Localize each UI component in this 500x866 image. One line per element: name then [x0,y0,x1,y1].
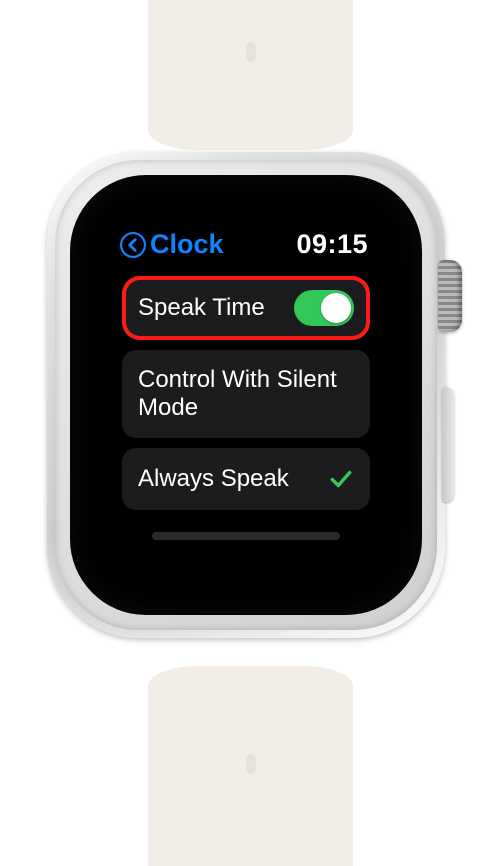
always-speak-row[interactable]: Always Speak [122,448,370,510]
chevron-left-icon [120,232,146,258]
screen: Clock 09:15 Speak Time Control With Sile… [112,217,380,573]
watch-case: Clock 09:15 Speak Time Control With Sile… [47,152,445,638]
page-title: Clock [150,229,224,260]
watch-band-top [148,0,353,150]
watch-band-bottom [148,666,353,866]
header: Clock 09:15 [112,217,380,270]
settings-list: Speak Time Control With Silent Mode Alwa… [112,270,380,540]
side-button[interactable] [442,387,454,502]
row-label-control-silent: Control With Silent Mode [138,366,354,423]
digital-crown[interactable] [438,260,462,332]
scroll-indicator [152,532,340,540]
control-with-silent-mode-row[interactable]: Control With Silent Mode [122,350,370,438]
row-label-speak-time: Speak Time [138,294,265,322]
speak-time-row[interactable]: Speak Time [122,276,370,340]
watch-case-inner: Clock 09:15 Speak Time Control With Sile… [55,160,437,630]
back-button[interactable]: Clock [120,229,224,260]
toggle-knob [321,293,351,323]
status-time: 09:15 [296,229,368,260]
checkmark-icon [328,466,354,492]
bezel: Clock 09:15 Speak Time Control With Sile… [70,175,422,615]
speak-time-toggle[interactable] [294,290,354,326]
row-label-always-speak: Always Speak [138,465,289,493]
